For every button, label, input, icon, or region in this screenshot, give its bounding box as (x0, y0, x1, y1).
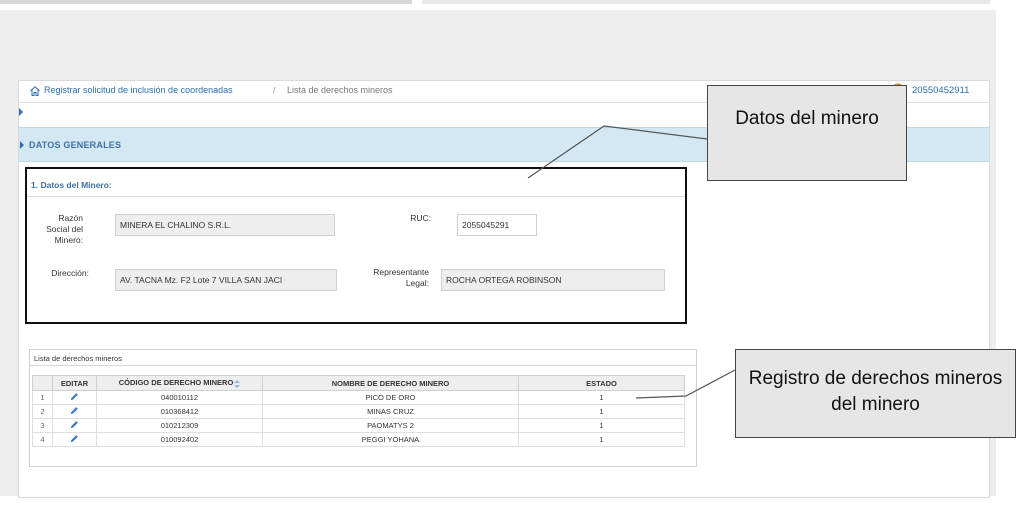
row-number: 3 (32, 418, 53, 433)
divider (27, 196, 685, 197)
razon-social-field[interactable]: MINERA EL CHALINO S.R.L. (115, 214, 335, 236)
sort-icon[interactable] (234, 379, 241, 388)
nombre-cell: PICO DE ORO (262, 390, 519, 405)
nombre-cell: PAOMATYS 2 (262, 418, 519, 433)
ruc-field[interactable]: 2055045291 (457, 214, 537, 236)
column-header-nombre[interactable]: NOMBRE DE DERECHO MINERO (262, 375, 519, 391)
column-header-codigo[interactable]: CÓDIGO DE DERECHO MINERO (96, 375, 263, 391)
section-title: DATOS GENERALES (29, 140, 122, 150)
row-number: 1 (32, 390, 53, 405)
codigo-cell: 010368412 (96, 404, 263, 419)
estado-cell: 1 (518, 418, 685, 433)
edit-cell (52, 404, 97, 419)
miner-data-box: 1. Datos del Minero: Razón Social del Mi… (25, 167, 687, 324)
estado-cell: 1 (518, 432, 685, 447)
edit-cell (52, 390, 97, 405)
razon-social-label: Razón Social del Minero: (46, 213, 83, 245)
home-icon[interactable] (29, 85, 41, 97)
row-number: 2 (32, 404, 53, 419)
miner-heading: 1. Datos del Minero: (31, 180, 112, 190)
edit-cell (52, 418, 97, 433)
pencil-icon[interactable] (70, 406, 79, 415)
grid-caption: Lista de derechos mineros (34, 354, 122, 363)
table-row[interactable]: 1 040010112 PICO DE ORO 1 (32, 390, 685, 405)
user-id-link[interactable]: 20550452911 (912, 85, 969, 96)
table-row[interactable]: 2 010368412 MINAS CRUZ 1 (32, 404, 685, 419)
nombre-cell: PEGGI YOHANA (262, 432, 519, 447)
breadcrumb-current: Lista de derechos mineros (287, 85, 393, 95)
callout-registro-derechos: Registro de derechos mineros del minero (735, 349, 1016, 438)
direccion-field[interactable]: AV. TACNA Mz. F2 Lote 7 VILLA SAN JACI (115, 269, 337, 291)
top-strip-left (0, 0, 412, 4)
pencil-icon[interactable] (70, 434, 79, 443)
representante-legal-field[interactable]: ROCHA ORTEGA ROBINSON (441, 269, 665, 291)
expand-caret-icon[interactable] (19, 108, 23, 116)
column-header-editar[interactable]: EDITAR (52, 375, 97, 391)
top-strip-right (422, 0, 990, 4)
pencil-icon[interactable] (70, 420, 79, 429)
edit-cell (52, 432, 97, 447)
pencil-icon[interactable] (70, 392, 79, 401)
breadcrumb-link-registrar[interactable]: Registrar solicitud de inclusión de coor… (44, 85, 233, 95)
estado-cell: 1 (518, 404, 685, 419)
codigo-cell: 040010112 (96, 390, 263, 405)
codigo-cell: 010092402 (96, 432, 263, 447)
estado-cell: 1 (518, 390, 685, 405)
callout-datos-del-minero: Datos del minero (707, 85, 907, 181)
mining-rights-grid: Lista de derechos mineros EDITAR CÓDIGO … (29, 349, 697, 467)
codigo-cell: 010212309 (96, 418, 263, 433)
section-caret-icon (20, 141, 24, 149)
table-row[interactable]: 4 010092402 PEGGI YOHANA 1 (32, 432, 685, 447)
column-header-rownum (32, 375, 53, 391)
mining-rights-table: EDITAR CÓDIGO DE DERECHO MINERO NOMBRE D… (32, 375, 685, 447)
ruc-label: RUC: (410, 213, 431, 223)
breadcrumb-separator: / (273, 85, 276, 95)
row-number: 4 (32, 432, 53, 447)
column-header-codigo-label: CÓDIGO DE DERECHO MINERO (118, 378, 234, 388)
nombre-cell: MINAS CRUZ (262, 404, 519, 419)
column-header-estado[interactable]: ESTADO (518, 375, 685, 391)
direccion-label: Dirección: (51, 268, 89, 278)
representante-legal-label: Representante Legal: (373, 267, 429, 288)
divider (30, 365, 696, 366)
table-header-row: EDITAR CÓDIGO DE DERECHO MINERO NOMBRE D… (32, 375, 685, 391)
table-row[interactable]: 3 010212309 PAOMATYS 2 1 (32, 418, 685, 433)
